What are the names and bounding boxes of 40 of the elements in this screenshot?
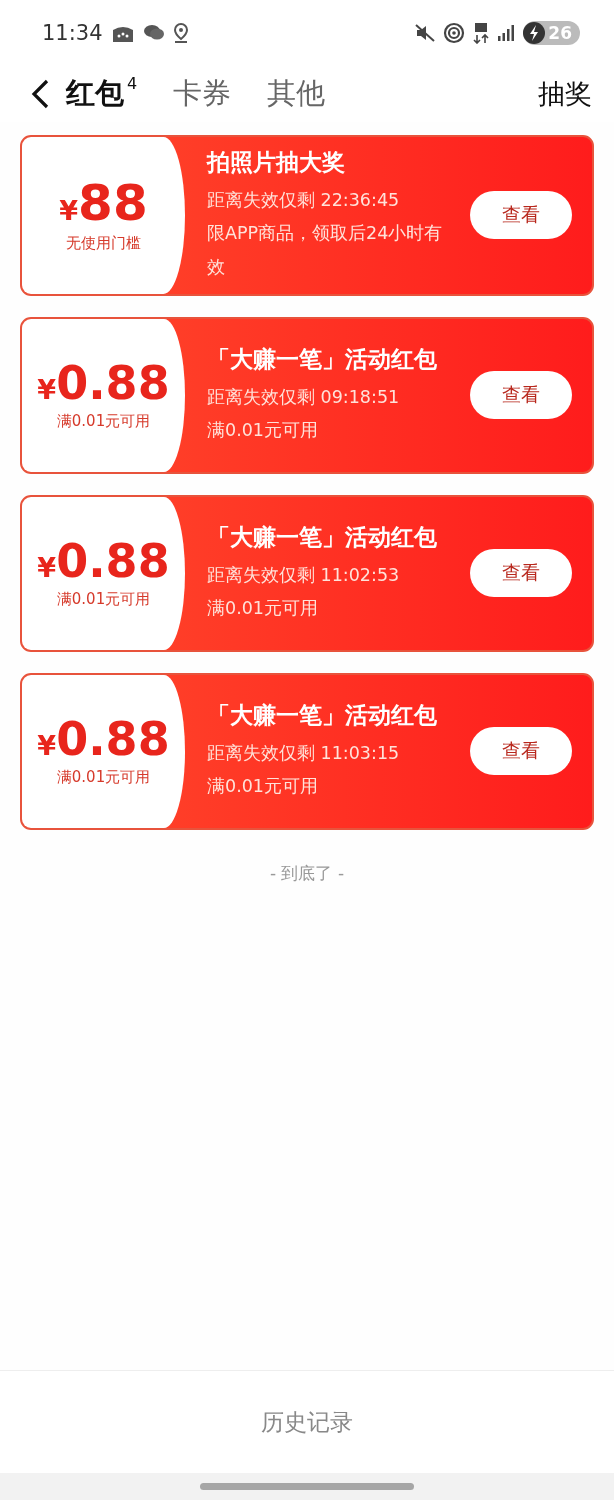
expiry-countdown: 距离失效仅剩 11:02:53 xyxy=(207,563,401,587)
coupon-amount: ¥0.88 xyxy=(37,537,170,584)
expiry-countdown: 距离失效仅剩 09:18:51 xyxy=(207,385,401,409)
coupon-title: 「大赚一笔」活动红包 xyxy=(207,344,438,374)
end-of-list-text: - 到底了 - xyxy=(269,862,345,883)
usage-condition: 无使用门槛 xyxy=(66,233,141,253)
usage-condition: 满0.01元可用 xyxy=(56,589,151,609)
chat-icon xyxy=(142,24,165,42)
coupon-title: 「大赚一笔」活动红包 xyxy=(207,522,438,552)
lottery-link[interactable]: 抽奖 xyxy=(538,76,592,112)
coupon-note: 满0.01元可用 xyxy=(207,774,319,798)
view-button[interactable]: 查看 xyxy=(470,191,572,240)
coupon-note: 满0.01元可用 xyxy=(207,418,319,442)
expiry-countdown: 距离失效仅剩 11:03:15 xyxy=(207,741,401,765)
location-icon xyxy=(172,23,189,43)
mute-icon xyxy=(415,24,436,42)
view-button[interactable]: 查看 xyxy=(470,371,572,420)
battery-indicator: 26 xyxy=(523,21,580,45)
hotspot-icon xyxy=(443,22,466,44)
tab[interactable]: 卡券 xyxy=(173,74,232,114)
usage-condition: 满0.01元可用 xyxy=(56,411,151,431)
coupon-amount: ¥0.88 xyxy=(37,359,170,406)
coupon-title: 「大赚一笔」活动红包 xyxy=(207,700,438,730)
coupon-note: 限APP商品，领取后24小时有效 xyxy=(207,222,444,279)
tab[interactable]: 其他 xyxy=(267,74,326,114)
charging-icon xyxy=(523,21,546,45)
back-icon[interactable] xyxy=(30,78,50,110)
tab-count: 4 xyxy=(127,74,138,93)
signal-icon xyxy=(497,24,516,42)
view-button[interactable]: 查看 xyxy=(470,727,572,776)
coupon-title: 拍照片抽大奖 xyxy=(207,148,346,177)
coupon-amount: ¥0.88 xyxy=(37,715,170,762)
usage-condition: 满0.01元可用 xyxy=(56,767,151,787)
network-icon xyxy=(473,22,490,44)
expiry-countdown: 距离失效仅剩 22:36:45 xyxy=(207,189,401,212)
coupon-note: 满0.01元可用 xyxy=(207,596,319,620)
clock-time: 11:34 xyxy=(42,21,103,45)
view-button[interactable]: 查看 xyxy=(470,549,572,598)
coupon-amount: ¥88 xyxy=(59,177,148,228)
history-button[interactable]: 历史记录 xyxy=(251,1402,363,1442)
